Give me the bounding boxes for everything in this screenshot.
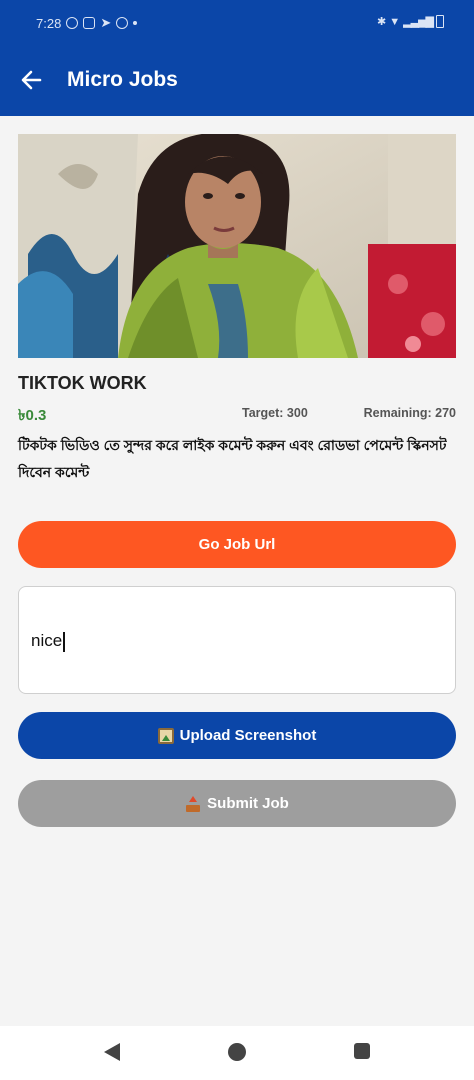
nav-recents-icon[interactable] — [354, 1043, 370, 1059]
comment-input[interactable]: nice — [18, 586, 456, 694]
comment-input-text-wrap: nice — [31, 631, 65, 652]
job-target: Target: 300 — [242, 406, 308, 420]
text-cursor — [63, 631, 65, 652]
status-right: ✱ ▼ ▂▃▅▇ — [377, 15, 444, 28]
wifi-icon: ▼ — [389, 15, 401, 28]
system-nav-bar — [0, 1026, 474, 1080]
more-notifications-dot-icon — [133, 21, 138, 25]
job-price: ৳0.3 — [18, 407, 47, 424]
whatsapp-icon — [66, 17, 79, 29]
picture-icon — [157, 727, 174, 744]
signal-icon: ▂▃▅▇ — [403, 16, 434, 28]
status-time: 7:28 — [36, 15, 62, 31]
outbox-tray-icon — [185, 795, 201, 812]
facebook-icon — [116, 17, 129, 29]
upload-screenshot-label: Upload Screenshot — [179, 727, 317, 744]
telegram-icon: ➤ — [100, 15, 112, 30]
nav-home-icon[interactable] — [228, 1043, 246, 1061]
nav-back-icon[interactable] — [104, 1043, 120, 1061]
submit-job-label: Submit Job — [207, 795, 289, 812]
job-title: TIKTOK WORK — [18, 373, 147, 393]
app-notification-icon — [83, 17, 96, 29]
app-bar: Micro Jobs — [0, 46, 474, 116]
job-banner-image — [18, 134, 456, 358]
status-bar: 7:28 ➤ ✱ ▼ ▂▃▅▇ — [0, 0, 474, 46]
job-remaining: Remaining: 270 — [363, 406, 456, 420]
status-left: 7:28 ➤ — [36, 15, 138, 31]
go-job-url-button[interactable]: Go Job Url — [18, 521, 456, 568]
bluetooth-icon: ✱ — [377, 16, 387, 28]
back-button[interactable] — [18, 66, 46, 94]
upload-screenshot-button[interactable]: Upload Screenshot — [18, 712, 456, 759]
page-title: Micro Jobs — [67, 68, 178, 91]
comment-input-value: nice — [31, 631, 63, 650]
submit-job-button[interactable]: Submit Job — [18, 780, 456, 827]
arrow-left-icon — [21, 70, 42, 90]
go-job-url-label: Go Job Url — [198, 536, 276, 553]
job-description: টিকটক ভিডিও তে সুন্দর করে লাইক কমেন্ট কর… — [18, 437, 447, 480]
battery-icon — [436, 15, 444, 28]
